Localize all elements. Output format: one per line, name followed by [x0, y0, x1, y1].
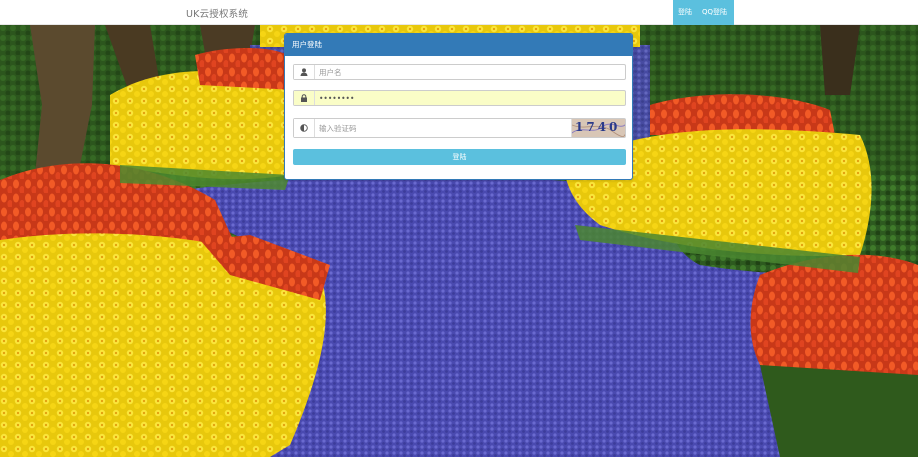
captcha-image[interactable]: 1740 — [571, 119, 625, 137]
user-icon — [294, 65, 315, 79]
password-group — [293, 90, 626, 106]
top-navbar: UK云授权系统 登陆 QQ登陆 — [0, 0, 918, 25]
nav-qq-login-link[interactable]: QQ登陆 — [697, 0, 735, 25]
lock-icon — [294, 91, 315, 105]
captcha-input[interactable] — [315, 119, 571, 137]
panel-title: 用户登陆 — [285, 34, 632, 56]
contrast-icon — [294, 119, 315, 137]
login-panel: 用户登陆 1740 登陆 — [284, 33, 633, 180]
nav-links: 登陆 QQ登陆 — [673, 0, 735, 25]
password-input[interactable] — [315, 91, 625, 105]
nav-login-link[interactable]: 登陆 — [673, 0, 697, 25]
site-brand[interactable]: UK云授权系统 — [186, 6, 248, 20]
captcha-text: 1740 — [575, 120, 621, 134]
captcha-group: 1740 — [293, 118, 626, 138]
username-input[interactable] — [315, 65, 625, 79]
username-group — [293, 64, 626, 80]
login-button[interactable]: 登陆 — [293, 149, 626, 165]
